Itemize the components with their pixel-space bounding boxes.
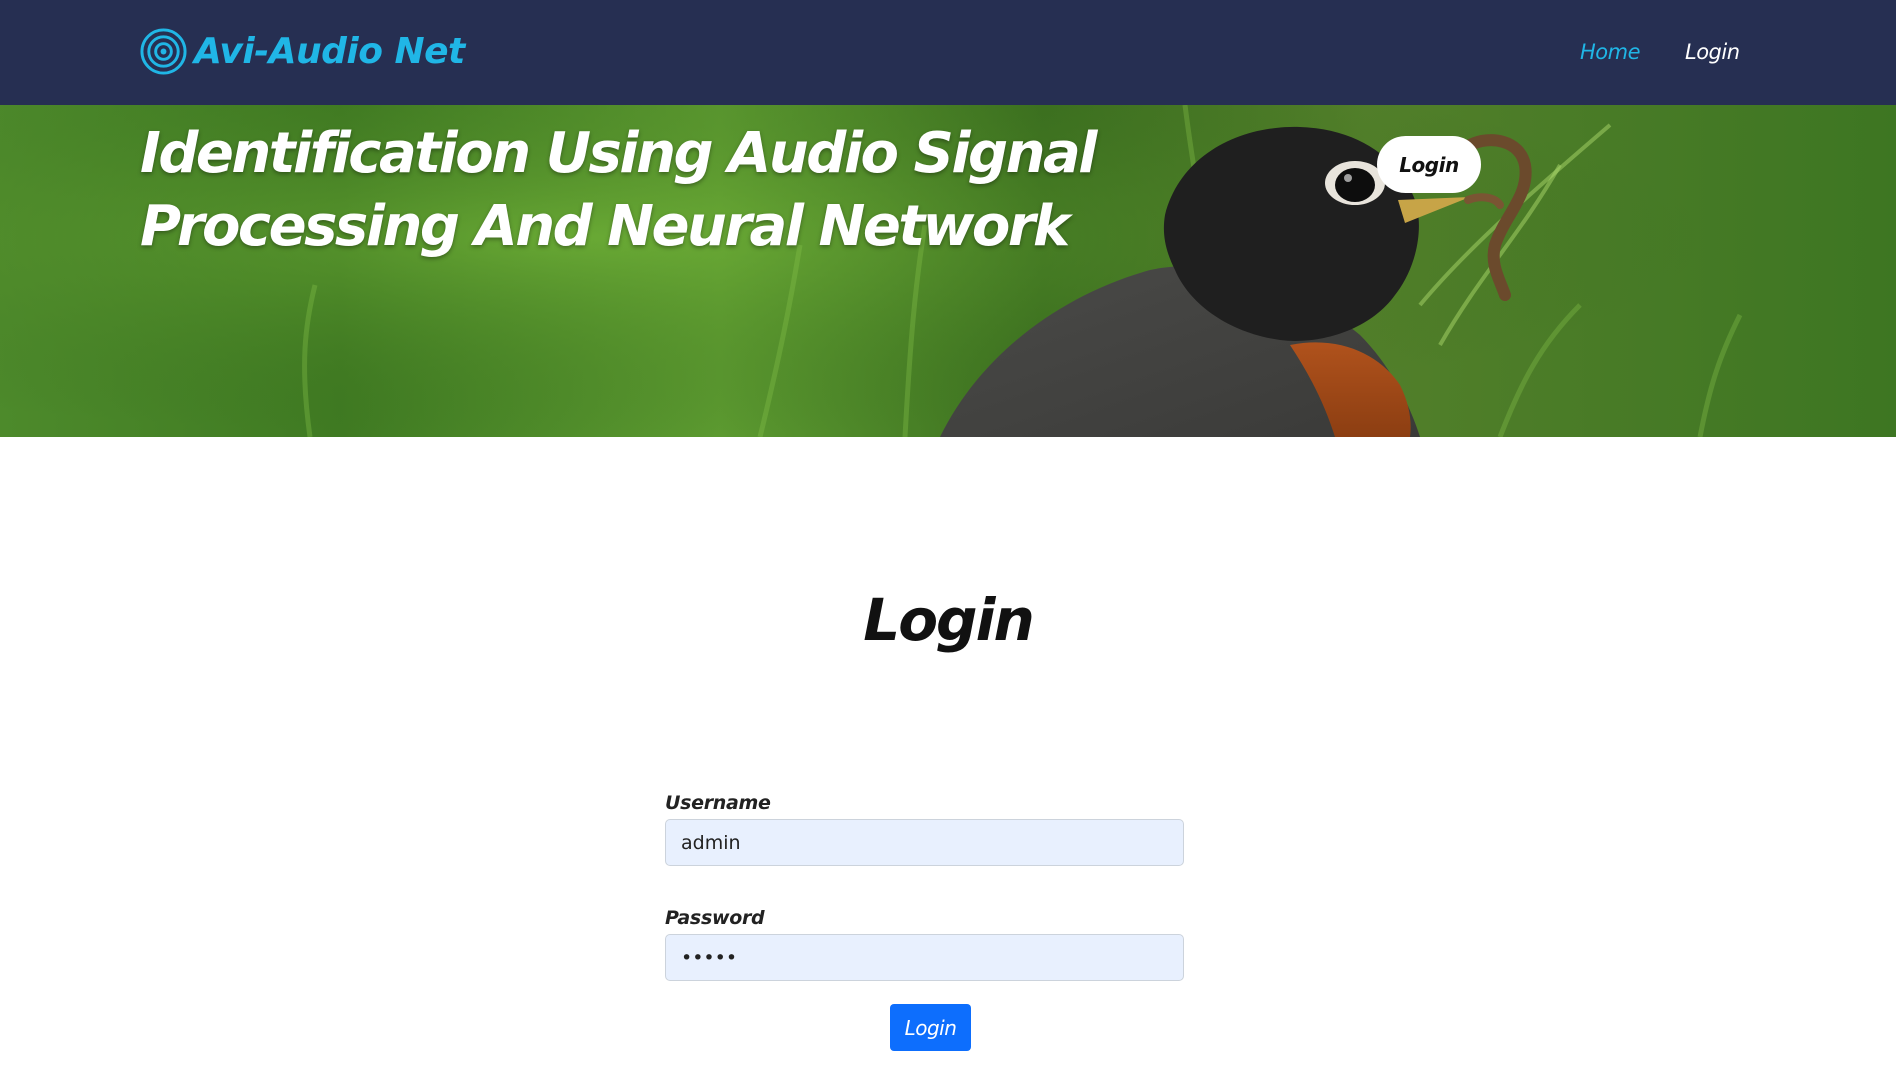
hero-title-line-2: Processing And Neural Network (140, 194, 1070, 259)
login-heading: Login (863, 586, 1035, 654)
login-submit-button[interactable]: Login (890, 1004, 971, 1051)
login-form: Username Password (665, 792, 1184, 981)
hero-title-line-1: Identification Using Audio Signal (140, 121, 1097, 186)
hero-banner: Identification Using Audio Signal Proces… (0, 105, 1896, 437)
password-group: Password (665, 907, 1184, 981)
hero-login-button[interactable]: Login (1377, 136, 1481, 193)
nav-login-link[interactable]: Login (1685, 40, 1740, 64)
username-label: Username (665, 792, 771, 814)
username-group: Username (665, 792, 1184, 866)
password-label: Password (665, 907, 765, 929)
password-input[interactable] (665, 934, 1184, 981)
username-input[interactable] (665, 819, 1184, 866)
brand-link[interactable]: Avi-Audio Net (139, 27, 465, 76)
top-navbar: Avi-Audio Net Home Login (0, 0, 1896, 105)
hero-title: Identification Using Audio Signal Proces… (140, 117, 1097, 263)
signal-rings-icon (140, 28, 187, 75)
nav-home-link[interactable]: Home (1580, 40, 1641, 64)
brand-name: Avi-Audio Net (194, 31, 465, 72)
